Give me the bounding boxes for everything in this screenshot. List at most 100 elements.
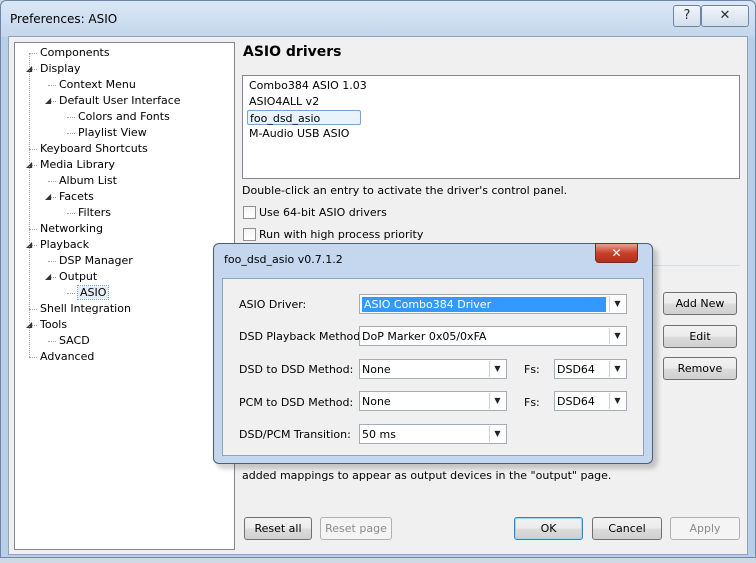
tree-item-label: Default User Interface bbox=[59, 94, 181, 107]
dsd-playback-value: DoP Marker 0x05/0xFA bbox=[362, 330, 487, 343]
tree-connector bbox=[67, 213, 75, 214]
tree-item-label: Display bbox=[40, 62, 81, 75]
dsd-to-dsd-value: None bbox=[362, 363, 391, 376]
tree-item-label: Playback bbox=[40, 238, 90, 251]
tree-item[interactable]: SACD bbox=[59, 333, 90, 349]
chevron-down-icon: ▼ bbox=[609, 296, 625, 312]
tree-connector bbox=[29, 229, 37, 230]
tree-root-line bbox=[29, 53, 30, 357]
tree-item-label: Tools bbox=[40, 318, 68, 331]
tree-item[interactable]: Tools bbox=[40, 317, 67, 333]
tree-item[interactable]: Colors and Fonts bbox=[78, 109, 170, 125]
tree-item-label: Colors and Fonts bbox=[78, 110, 170, 123]
help-button[interactable]: ? bbox=[673, 5, 701, 27]
dsd-to-dsd-select[interactable]: None ▼ bbox=[359, 359, 507, 379]
tree-item[interactable]: Components bbox=[40, 45, 110, 61]
tree-item-label: Networking bbox=[40, 222, 103, 235]
pcm-to-dsd-value: None bbox=[362, 395, 391, 408]
tree-item[interactable]: Album List bbox=[59, 173, 117, 189]
dialog-title: foo_dsd_asio v0.7.1.2 bbox=[224, 253, 343, 266]
dialog-close-button[interactable]: ✕ bbox=[595, 243, 638, 263]
tree-connector bbox=[29, 53, 37, 54]
close-window-button[interactable]: ✕ bbox=[701, 5, 749, 27]
tree-item-label: Facets bbox=[59, 190, 94, 203]
use-64bit-label[interactable]: Use 64-bit ASIO drivers bbox=[259, 206, 387, 219]
tree-item[interactable]: Playlist View bbox=[78, 125, 147, 141]
dialog-client-area: ASIO Driver: ASIO Combo384 Driver ▼ DSD … bbox=[222, 278, 644, 456]
expand-toggle-icon[interactable]: ◢ bbox=[45, 93, 51, 109]
tree-connector bbox=[29, 309, 37, 310]
chevron-down-icon: ▼ bbox=[489, 393, 505, 409]
asio-driver-label: ASIO Driver: bbox=[239, 298, 307, 311]
foo-dsd-asio-dialog: foo_dsd_asio v0.7.1.2 ✕ ASIO Driver: ASI… bbox=[213, 243, 653, 464]
tree-item[interactable]: Shell Integration bbox=[40, 301, 131, 317]
transition-label: DSD/PCM Transition: bbox=[239, 428, 351, 441]
fs-value-2: DSD64 bbox=[557, 395, 595, 408]
fs-label-2: Fs: bbox=[524, 396, 540, 409]
driver-list-item[interactable]: ASIO4ALL v2 bbox=[247, 94, 321, 109]
tree-item-label: Album List bbox=[59, 174, 117, 187]
tree-item[interactable]: Advanced bbox=[40, 349, 94, 365]
cancel-button[interactable]: Cancel bbox=[592, 517, 662, 540]
tree-connector bbox=[48, 85, 56, 86]
tree-item-label: Media Library bbox=[40, 158, 115, 171]
tree-item-label: Advanced bbox=[40, 350, 95, 363]
high-priority-checkbox[interactable] bbox=[243, 228, 256, 241]
tree-connector bbox=[29, 357, 37, 358]
tree-item[interactable]: Playback bbox=[40, 237, 89, 253]
tree-item[interactable]: Facets bbox=[59, 189, 94, 205]
asio-driver-select[interactable]: ASIO Combo384 Driver ▼ bbox=[359, 294, 627, 314]
driver-list-item[interactable]: foo_dsd_asio bbox=[247, 110, 361, 125]
transition-value: 50 ms bbox=[362, 428, 396, 441]
fs-label-1: Fs: bbox=[524, 363, 540, 376]
expand-toggle-icon[interactable]: ◢ bbox=[45, 189, 51, 205]
tree-item-label: DSP Manager bbox=[59, 254, 133, 267]
tree-item-label: Context Menu bbox=[59, 78, 136, 91]
fs-select-1[interactable]: DSD64 ▼ bbox=[554, 359, 627, 379]
pcm-to-dsd-select[interactable]: None ▼ bbox=[359, 391, 507, 411]
tree-item-label: Playlist View bbox=[78, 126, 147, 139]
tree-item-label: Output bbox=[59, 270, 98, 283]
page-title: ASIO drivers bbox=[243, 44, 342, 60]
tree-item-label: Filters bbox=[78, 206, 111, 219]
asio-driver-list[interactable]: Combo384 ASIO 1.03 ASIO4ALL v2 foo_dsd_asi… bbox=[242, 75, 740, 179]
driver-hint-text: Double-click an entry to activate the dr… bbox=[242, 184, 568, 197]
expand-toggle-icon[interactable]: ◢ bbox=[45, 269, 51, 285]
apply-button[interactable]: Apply bbox=[670, 517, 740, 540]
dsd-playback-label: DSD Playback Method: bbox=[239, 330, 364, 343]
reset-all-button[interactable]: Reset all bbox=[244, 517, 312, 540]
tree-item[interactable]: Networking bbox=[40, 221, 103, 237]
driver-list-item[interactable]: Combo384 ASIO 1.03 bbox=[247, 78, 369, 93]
tree-item[interactable]: Display bbox=[40, 61, 81, 77]
chevron-down-icon: ▼ bbox=[489, 426, 505, 442]
pcm-to-dsd-label: PCM to DSD Method: bbox=[239, 396, 354, 409]
title-bar[interactable]: Preferences: ASIO ? ✕ bbox=[1, 1, 755, 37]
tree-item[interactable]: ASIO bbox=[76, 285, 110, 301]
transition-select[interactable]: 50 ms ▼ bbox=[359, 424, 507, 444]
edit-button[interactable]: Edit bbox=[663, 325, 737, 348]
chevron-down-icon: ▼ bbox=[489, 361, 505, 377]
chevron-down-icon: ▼ bbox=[609, 361, 625, 377]
tree-item-label: SACD bbox=[59, 334, 90, 347]
fs-select-2[interactable]: DSD64 ▼ bbox=[554, 391, 627, 411]
tree-item[interactable]: Filters bbox=[78, 205, 111, 221]
use-64bit-checkbox[interactable] bbox=[243, 206, 256, 219]
reset-page-button[interactable]: Reset page bbox=[320, 517, 392, 540]
driver-list-item[interactable]: M-Audio USB ASIO bbox=[247, 126, 351, 141]
tree-item[interactable]: Output bbox=[59, 269, 97, 285]
ok-button[interactable]: OK bbox=[514, 517, 583, 540]
high-priority-label[interactable]: Run with high process priority bbox=[259, 228, 423, 241]
tree-connector bbox=[48, 341, 56, 342]
tree-item[interactable]: Context Menu bbox=[59, 77, 136, 93]
tree-item[interactable]: DSP Manager bbox=[59, 253, 133, 269]
tree-connector bbox=[67, 293, 75, 294]
tree-item[interactable]: Keyboard Shortcuts bbox=[40, 141, 148, 157]
tree-item[interactable]: Default User Interface bbox=[59, 93, 181, 109]
tree-connector bbox=[67, 117, 75, 118]
tree-item-label: ASIO bbox=[76, 285, 110, 300]
preferences-tree[interactable]: Components Display ◢ Context Menu Default Us… bbox=[14, 42, 235, 550]
dsd-playback-select[interactable]: DoP Marker 0x05/0xFA ▼ bbox=[359, 326, 627, 346]
tree-item[interactable]: Media Library bbox=[40, 157, 115, 173]
remove-button[interactable]: Remove bbox=[663, 357, 737, 380]
add-new-button[interactable]: Add New bbox=[663, 292, 737, 315]
